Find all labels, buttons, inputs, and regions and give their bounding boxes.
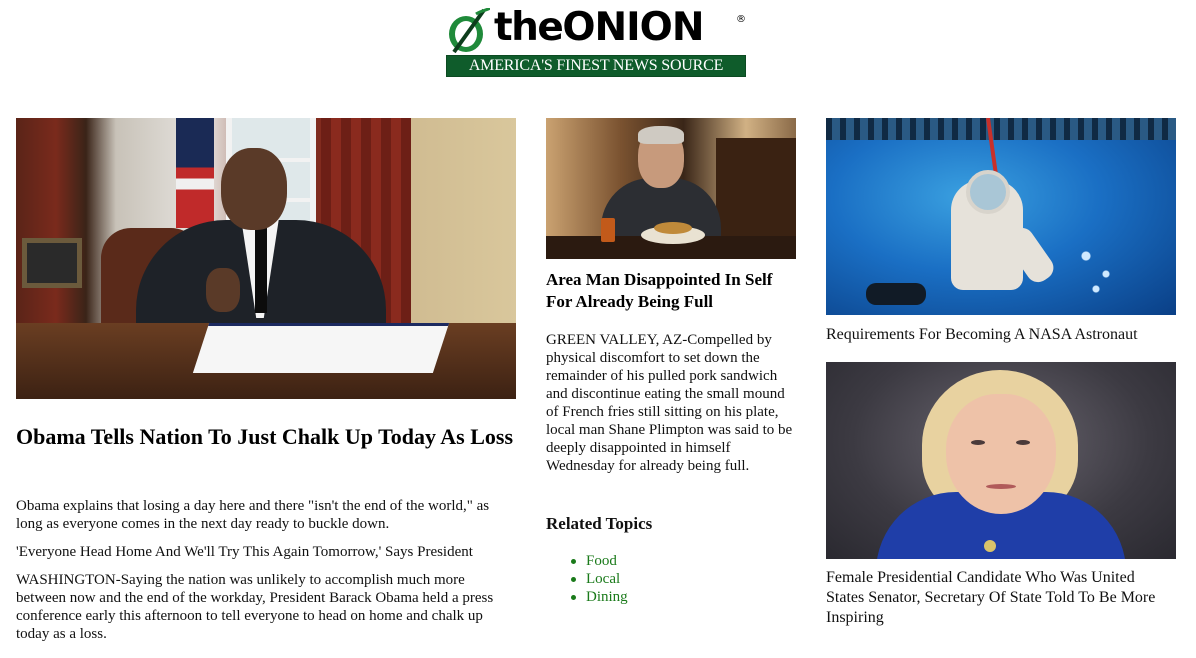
- head: [221, 148, 287, 230]
- man-hair: [638, 126, 684, 144]
- related-topic-food[interactable]: Food: [571, 552, 786, 570]
- lead-subhead-link[interactable]: 'Everyone Head Home And We'll Try This A…: [16, 543, 526, 561]
- logo-wordmark: theONION: [494, 2, 704, 54]
- left-eye: [971, 440, 985, 445]
- masthead-tagline: AMERICA'S FINEST NEWS SOURCE: [446, 55, 746, 77]
- hand: [206, 268, 240, 312]
- food: [654, 222, 692, 234]
- middle-headline-link[interactable]: Area Man Disappointed In Self For Alread…: [546, 269, 796, 313]
- right-eye: [1016, 440, 1030, 445]
- related-topic-dining[interactable]: Dining: [571, 588, 786, 606]
- diver: [866, 283, 926, 305]
- onion-leaf-icon: [449, 8, 490, 54]
- mouth: [986, 484, 1016, 489]
- candidate-story-image[interactable]: [826, 362, 1176, 559]
- lead-headline-link[interactable]: Obama Tells Nation To Just Chalk Up Toda…: [16, 424, 526, 450]
- lapel-pin: [984, 540, 996, 552]
- tie: [255, 228, 267, 313]
- related-topics-list: Food Local Dining: [571, 552, 786, 606]
- lead-story-image[interactable]: [16, 118, 516, 399]
- astronaut-headline-link[interactable]: Requirements For Becoming A NASA Astrona…: [826, 325, 1186, 345]
- picture-frame: [22, 238, 82, 288]
- onion-logo[interactable]: theONION ®: [446, 5, 746, 54]
- booth: [716, 138, 796, 248]
- related-topic-local[interactable]: Local: [571, 570, 786, 588]
- flag: [176, 118, 214, 228]
- masthead[interactable]: theONION ® AMERICA'S FINEST NEWS SOURCE: [446, 5, 746, 78]
- face: [946, 394, 1056, 514]
- candidate-headline-link[interactable]: Female Presidential Candidate Who Was Un…: [826, 568, 1176, 628]
- helmet: [966, 170, 1010, 214]
- middle-body: GREEN VALLEY, AZ-Compelled by physical d…: [546, 332, 793, 474]
- document: [192, 323, 450, 373]
- overhead-rig: [826, 118, 1176, 140]
- registered-mark: ®: [736, 14, 746, 25]
- astronaut-story-image[interactable]: [826, 118, 1176, 315]
- logo-the: the: [494, 5, 564, 50]
- logo-onion: ONION: [562, 5, 704, 50]
- related-topics-heading: Related Topics: [546, 514, 653, 533]
- lead-dek: Obama explains that losing a day here an…: [16, 498, 490, 532]
- bubbles: [1076, 238, 1126, 298]
- glass: [601, 218, 615, 242]
- lead-body: WASHINGTON-Saying the nation was unlikel…: [16, 572, 494, 642]
- middle-story-image[interactable]: [546, 118, 796, 259]
